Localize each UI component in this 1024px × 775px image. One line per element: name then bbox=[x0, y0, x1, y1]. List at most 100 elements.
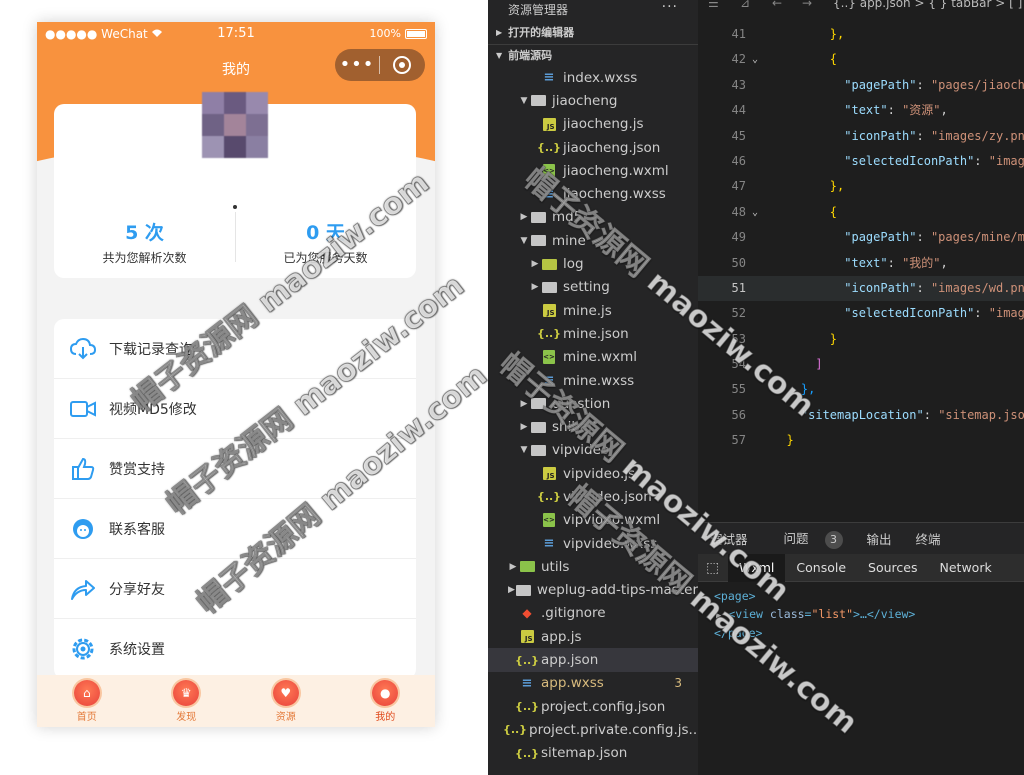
code-line[interactable]: 50 "text": "我的", bbox=[698, 251, 1024, 276]
code-text: { bbox=[772, 47, 837, 72]
tree-item[interactable]: {..} jiaocheng.json bbox=[488, 136, 698, 159]
back-arrow-icon[interactable]: ← bbox=[772, 0, 782, 10]
tree-item[interactable]: {..} project.private.config.js... bbox=[488, 718, 698, 741]
wxml-page-close[interactable]: </page> bbox=[714, 625, 1024, 643]
tab-problems[interactable]: 问题 3 bbox=[760, 528, 855, 549]
code-line[interactable]: 44 "text": "资源", bbox=[698, 98, 1024, 123]
tree-item[interactable]: ▶ shibai bbox=[488, 415, 698, 438]
more-menu-button[interactable]: ••• bbox=[335, 50, 379, 80]
tree-item[interactable]: ▶ setting bbox=[488, 276, 698, 299]
tree-item[interactable]: ≡ jiaocheng.wxss bbox=[488, 182, 698, 205]
chevron-right-icon[interactable]: ▶ bbox=[518, 422, 530, 432]
tree-item[interactable]: ▶ log bbox=[488, 252, 698, 275]
tree-item[interactable]: JS vipvideo.js bbox=[488, 462, 698, 485]
tree-item[interactable]: ≡ mine.wxss bbox=[488, 369, 698, 392]
tab-output[interactable]: 输出 bbox=[855, 529, 904, 548]
fold-chevron-icon[interactable]: ⌄ bbox=[752, 200, 758, 225]
code-line[interactable]: 45 "iconPath": "images/zy.png", bbox=[698, 124, 1024, 149]
tree-item[interactable]: {..} mine.json bbox=[488, 322, 698, 345]
tree-item[interactable]: JS app.js bbox=[488, 625, 698, 648]
code-line[interactable]: 42 ⌄ { bbox=[698, 47, 1024, 72]
avatar[interactable] bbox=[202, 92, 268, 158]
menu-item-share[interactable]: 分享好友 bbox=[54, 559, 416, 619]
breadcrumb[interactable]: {..} app.json > { } tabBar > [ ] bbox=[833, 0, 1022, 10]
miniprogram-capsule[interactable]: ••• bbox=[335, 49, 425, 81]
menu-item-appreciate[interactable]: 赞赏支持 bbox=[54, 439, 416, 499]
chevron-right-icon[interactable]: ▶ bbox=[518, 399, 530, 409]
code-line[interactable]: 49 "pagePath": "pages/mine/mine bbox=[698, 225, 1024, 250]
code-line[interactable]: 54 ] bbox=[698, 352, 1024, 377]
tree-item[interactable]: ≡ app.wxss 3 bbox=[488, 672, 698, 695]
tab-mine[interactable]: ● 我的 bbox=[336, 675, 436, 727]
code-line[interactable]: 52 "selectedIconPath": "images/ bbox=[698, 301, 1024, 326]
forward-arrow-icon[interactable]: → bbox=[802, 0, 812, 10]
tree-item-label: jiaocheng.wxml bbox=[563, 162, 669, 179]
chevron-down-icon[interactable]: ▼ bbox=[518, 445, 530, 455]
tree-item[interactable]: ▼ vipvideo bbox=[488, 439, 698, 462]
tree-item[interactable]: {..} project.config.json bbox=[488, 695, 698, 718]
chevron-down-icon[interactable]: ▼ bbox=[518, 96, 530, 106]
section-open-editors[interactable]: ▶ 打开的编辑器 bbox=[488, 22, 698, 44]
menu-item-settings[interactable]: 系统设置 bbox=[54, 619, 416, 679]
code-lines[interactable]: 41 }, 42 ⌄ {43 "pagePath": "pages/jiaochen… bbox=[698, 22, 1024, 454]
wxml-page-open[interactable]: <page> bbox=[714, 588, 1024, 606]
tree-item[interactable]: {..} vipvideo.json bbox=[488, 485, 698, 508]
tree-item[interactable]: ▶ question bbox=[488, 392, 698, 415]
inspect-element-icon[interactable]: ⬚ bbox=[706, 560, 728, 576]
tree-item[interactable]: ◆ .gitignore bbox=[488, 602, 698, 625]
panel-tab-wxml[interactable]: Wxml bbox=[728, 553, 786, 582]
panel-tab-sources[interactable]: Sources bbox=[857, 554, 928, 582]
tree-item[interactable]: ▼ mine bbox=[488, 229, 698, 252]
fold-chevron-icon[interactable]: ⌄ bbox=[752, 47, 758, 72]
section-frontend-source[interactable]: ▼ 前端源码 bbox=[488, 44, 698, 66]
tree-item[interactable]: JS jiaocheng.js bbox=[488, 113, 698, 136]
code-line[interactable]: 53 } bbox=[698, 327, 1024, 352]
code-line[interactable]: 51 "iconPath": "images/wd.png", bbox=[698, 275, 1024, 302]
tree-item[interactable]: <> mine.wxml bbox=[488, 346, 698, 369]
tree-item[interactable]: <> jiaocheng.wxml bbox=[488, 159, 698, 182]
tab-discover[interactable]: ♛ 发现 bbox=[137, 675, 237, 727]
code-line[interactable]: 57 } bbox=[698, 428, 1024, 453]
tree-item[interactable]: JS mine.js bbox=[488, 299, 698, 322]
tree-item[interactable]: ▶ md5 bbox=[488, 206, 698, 229]
close-miniprogram-button[interactable] bbox=[380, 56, 424, 74]
menu-item-video-md5[interactable]: 视频MD5修改 bbox=[54, 379, 416, 439]
tree-item[interactable]: ≡ index.wxss bbox=[488, 66, 698, 89]
panel-tab-network[interactable]: Network bbox=[929, 554, 1003, 582]
code-line[interactable]: 48 ⌄ { bbox=[698, 200, 1024, 225]
tree-item-label: jiaocheng bbox=[552, 92, 618, 109]
code-line[interactable]: 43 "pagePath": "pages/jiaocheng bbox=[698, 73, 1024, 98]
tree-item[interactable]: ▶ utils bbox=[488, 555, 698, 578]
chevron-right-icon[interactable]: ▶ bbox=[507, 585, 516, 595]
code-line[interactable]: 56 "sitemapLocation": "sitemap.json" bbox=[698, 403, 1024, 428]
panel-tab-console[interactable]: Console bbox=[785, 554, 857, 582]
code-line[interactable]: 55 }, bbox=[698, 377, 1024, 402]
wxml-view-node[interactable]: ▶ <view class="list">…</view> bbox=[714, 606, 1024, 626]
tree-item[interactable]: {..} app.json bbox=[488, 648, 698, 672]
tree-item[interactable]: ▼ jiaocheng bbox=[488, 89, 698, 112]
tab-terminal[interactable]: 终端 bbox=[904, 529, 953, 548]
tree-item[interactable]: {..} sitemap.json bbox=[488, 742, 698, 765]
menu-icon[interactable]: ☰ bbox=[708, 0, 719, 10]
menu-item-customer-service[interactable]: 联系客服 bbox=[54, 499, 416, 559]
chevron-right-icon[interactable]: ▶ bbox=[529, 282, 541, 292]
chevron-right-icon[interactable]: ▶ bbox=[507, 562, 519, 572]
chevron-right-icon[interactable]: ▶ bbox=[518, 212, 530, 222]
tab-resources[interactable]: ♥ 资源 bbox=[236, 675, 336, 727]
chevron-down-icon[interactable]: ▼ bbox=[518, 236, 530, 246]
tree-item[interactable]: ▶ weplug-add-tips-master bbox=[488, 579, 698, 602]
tree-item[interactable]: <> vipvideo.wxml bbox=[488, 509, 698, 532]
bookmark-icon[interactable]: ⊿ bbox=[740, 0, 750, 10]
explorer-more-button[interactable]: ··· bbox=[662, 0, 678, 17]
expand-triangle-icon[interactable]: ▶ bbox=[716, 611, 721, 621]
code-token: "images/wd.png" bbox=[930, 280, 1024, 295]
menu-label: 分享好友 bbox=[109, 581, 165, 598]
tree-item[interactable]: ≡ vipvideo.wxss bbox=[488, 532, 698, 555]
tab-debugger[interactable]: 调试器 bbox=[698, 529, 760, 548]
menu-item-download-history[interactable]: 下载记录查询 bbox=[54, 319, 416, 379]
chevron-right-icon[interactable]: ▶ bbox=[529, 259, 541, 269]
tab-home[interactable]: ⌂ 首页 bbox=[37, 675, 137, 727]
code-line[interactable]: 47 }, bbox=[698, 174, 1024, 199]
code-line[interactable]: 46 "selectedIconPath": "images/ bbox=[698, 149, 1024, 174]
code-line[interactable]: 41 }, bbox=[698, 22, 1024, 47]
